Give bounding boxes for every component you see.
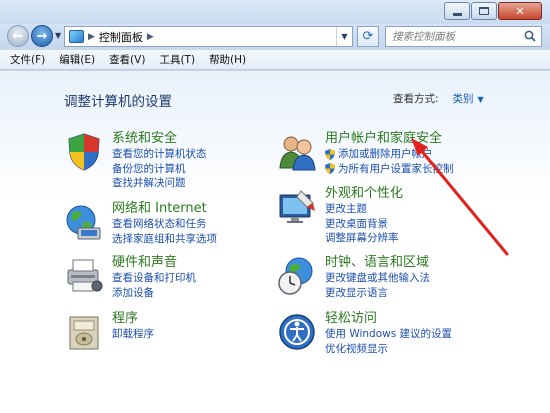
link-desktop-background[interactable]: 更改桌面背景: [325, 217, 403, 232]
control-panel-icon: [69, 30, 84, 43]
link-devices-printers[interactable]: 查看设备和打印机: [112, 271, 196, 286]
minimize-icon: [452, 12, 462, 16]
maximize-icon: [479, 7, 489, 15]
category-title[interactable]: 程序: [112, 310, 154, 327]
link-display-language[interactable]: 更改显示语言: [325, 286, 430, 301]
menu-view[interactable]: 查看(V): [102, 52, 152, 67]
minimize-button[interactable]: [444, 2, 470, 20]
maximize-button[interactable]: [471, 2, 497, 20]
category-title[interactable]: 硬件和声音: [112, 254, 196, 271]
menu-file[interactable]: 文件(F): [0, 52, 52, 67]
address-bar[interactable]: ▶ 控制面板 ▶ ▼: [64, 26, 353, 47]
link-uninstall[interactable]: 卸载程序: [112, 327, 154, 342]
search-icon[interactable]: [524, 30, 536, 42]
link-screen-resolution[interactable]: 调整屏幕分辨率: [325, 231, 403, 246]
back-arrow-icon: ←: [12, 28, 24, 44]
view-by-control: 查看方式: 类别 ▼: [393, 91, 484, 106]
link-add-device[interactable]: 添加设备: [112, 286, 196, 301]
navigation-bar: ← → ▼ ▶ 控制面板 ▶ ▼ ⟳: [0, 24, 550, 50]
clock-language-icon[interactable]: [277, 256, 317, 296]
address-dropdown-button[interactable]: ▼: [336, 27, 352, 46]
close-button[interactable]: ✕: [498, 2, 542, 20]
category-text: 网络和 Internet 查看网络状态和任务 选择家庭组和共享选项: [112, 200, 217, 246]
refresh-button[interactable]: ⟳: [357, 26, 379, 47]
category-title[interactable]: 外观和个性化: [325, 185, 403, 202]
recent-pages-dropdown[interactable]: ▼: [55, 31, 61, 40]
network-internet-icon[interactable]: [64, 202, 104, 242]
category-text: 轻松访问 使用 Windows 建议的设置 优化视频显示: [325, 310, 452, 356]
uac-shield-icon: [325, 163, 335, 175]
category-title[interactable]: 用户帐户和家庭安全: [325, 130, 454, 147]
system-security-icon[interactable]: [64, 132, 104, 172]
link-label[interactable]: 为所有用户设置家长控制: [338, 162, 454, 177]
link-keyboard-input[interactable]: 更改键盘或其他输入法: [325, 271, 430, 286]
page-title: 调整计算机的设置: [64, 94, 172, 110]
back-button[interactable]: ←: [7, 25, 29, 47]
link-troubleshoot[interactable]: 查找并解决问题: [112, 176, 207, 191]
programs-icon[interactable]: [64, 312, 104, 352]
category-title[interactable]: 网络和 Internet: [112, 200, 217, 217]
search-box[interactable]: [385, 26, 542, 47]
category-text: 硬件和声音 查看设备和打印机 添加设备: [112, 254, 196, 300]
view-by-value[interactable]: 类别: [453, 93, 474, 105]
hardware-sound-icon[interactable]: [64, 256, 104, 296]
control-panel-window: ✕ ← → ▼ ▶ 控制面板 ▶ ▼ ⟳ 文件(F) 编辑(E) 查看(V) 工…: [0, 0, 550, 413]
menu-edit[interactable]: 编辑(E): [52, 52, 102, 67]
link-label[interactable]: 添加或删除用户帐户: [338, 147, 433, 162]
user-accounts-icon[interactable]: [277, 132, 317, 172]
uac-shield-icon: [325, 148, 335, 160]
link-network-status[interactable]: 查看网络状态和任务: [112, 217, 217, 232]
link-optimize-display[interactable]: 优化视频显示: [325, 342, 452, 357]
category-text: 系统和安全 查看您的计算机状态 备份您的计算机 查找并解决问题: [112, 130, 207, 191]
appearance-icon[interactable]: [277, 187, 317, 227]
category-text: 时钟、语言和区域 更改键盘或其他输入法 更改显示语言: [325, 254, 430, 300]
content-area: 调整计算机的设置 查看方式: 类别 ▼ 系统和安全 查看您的计算机状态 备份您的计算…: [0, 71, 550, 413]
breadcrumb-separator-icon[interactable]: ▶: [147, 32, 154, 42]
category-title[interactable]: 时钟、语言和区域: [325, 254, 430, 271]
link-view-status[interactable]: 查看您的计算机状态: [112, 147, 207, 162]
chevron-down-icon[interactable]: ▼: [478, 95, 484, 104]
chevron-down-icon: ▼: [341, 32, 348, 41]
link-change-theme[interactable]: 更改主题: [325, 202, 403, 217]
title-bar: ✕: [0, 0, 550, 24]
caption-buttons: ✕: [443, 2, 542, 20]
forward-button[interactable]: →: [31, 25, 53, 47]
category-text: 外观和个性化 更改主题 更改桌面背景 调整屏幕分辨率: [325, 185, 403, 246]
search-input[interactable]: [386, 27, 516, 46]
link-parental-controls[interactable]: 为所有用户设置家长控制: [325, 162, 454, 177]
menu-help[interactable]: 帮助(H): [202, 52, 253, 67]
menu-bar: 文件(F) 编辑(E) 查看(V) 工具(T) 帮助(H): [0, 50, 550, 70]
category-title[interactable]: 轻松访问: [325, 310, 452, 327]
link-backup[interactable]: 备份您的计算机: [112, 162, 207, 177]
category-text: 程序 卸载程序: [112, 310, 154, 342]
breadcrumb-separator-icon[interactable]: ▶: [88, 32, 95, 42]
link-add-remove-users[interactable]: 添加或删除用户帐户: [325, 147, 454, 162]
refresh-icon: ⟳: [362, 29, 374, 44]
view-by-label: 查看方式:: [393, 93, 439, 105]
category-text: 用户帐户和家庭安全 添加或删除用户帐户 为所有用户设置家长控制: [325, 130, 454, 176]
link-recommended-settings[interactable]: 使用 Windows 建议的设置: [325, 327, 452, 342]
category-title[interactable]: 系统和安全: [112, 130, 207, 147]
ease-of-access-icon[interactable]: [277, 312, 317, 352]
forward-arrow-icon: →: [36, 28, 48, 44]
link-homegroup[interactable]: 选择家庭组和共享选项: [112, 232, 217, 247]
menu-tools[interactable]: 工具(T): [152, 52, 202, 67]
breadcrumb-control-panel[interactable]: 控制面板: [99, 29, 143, 45]
